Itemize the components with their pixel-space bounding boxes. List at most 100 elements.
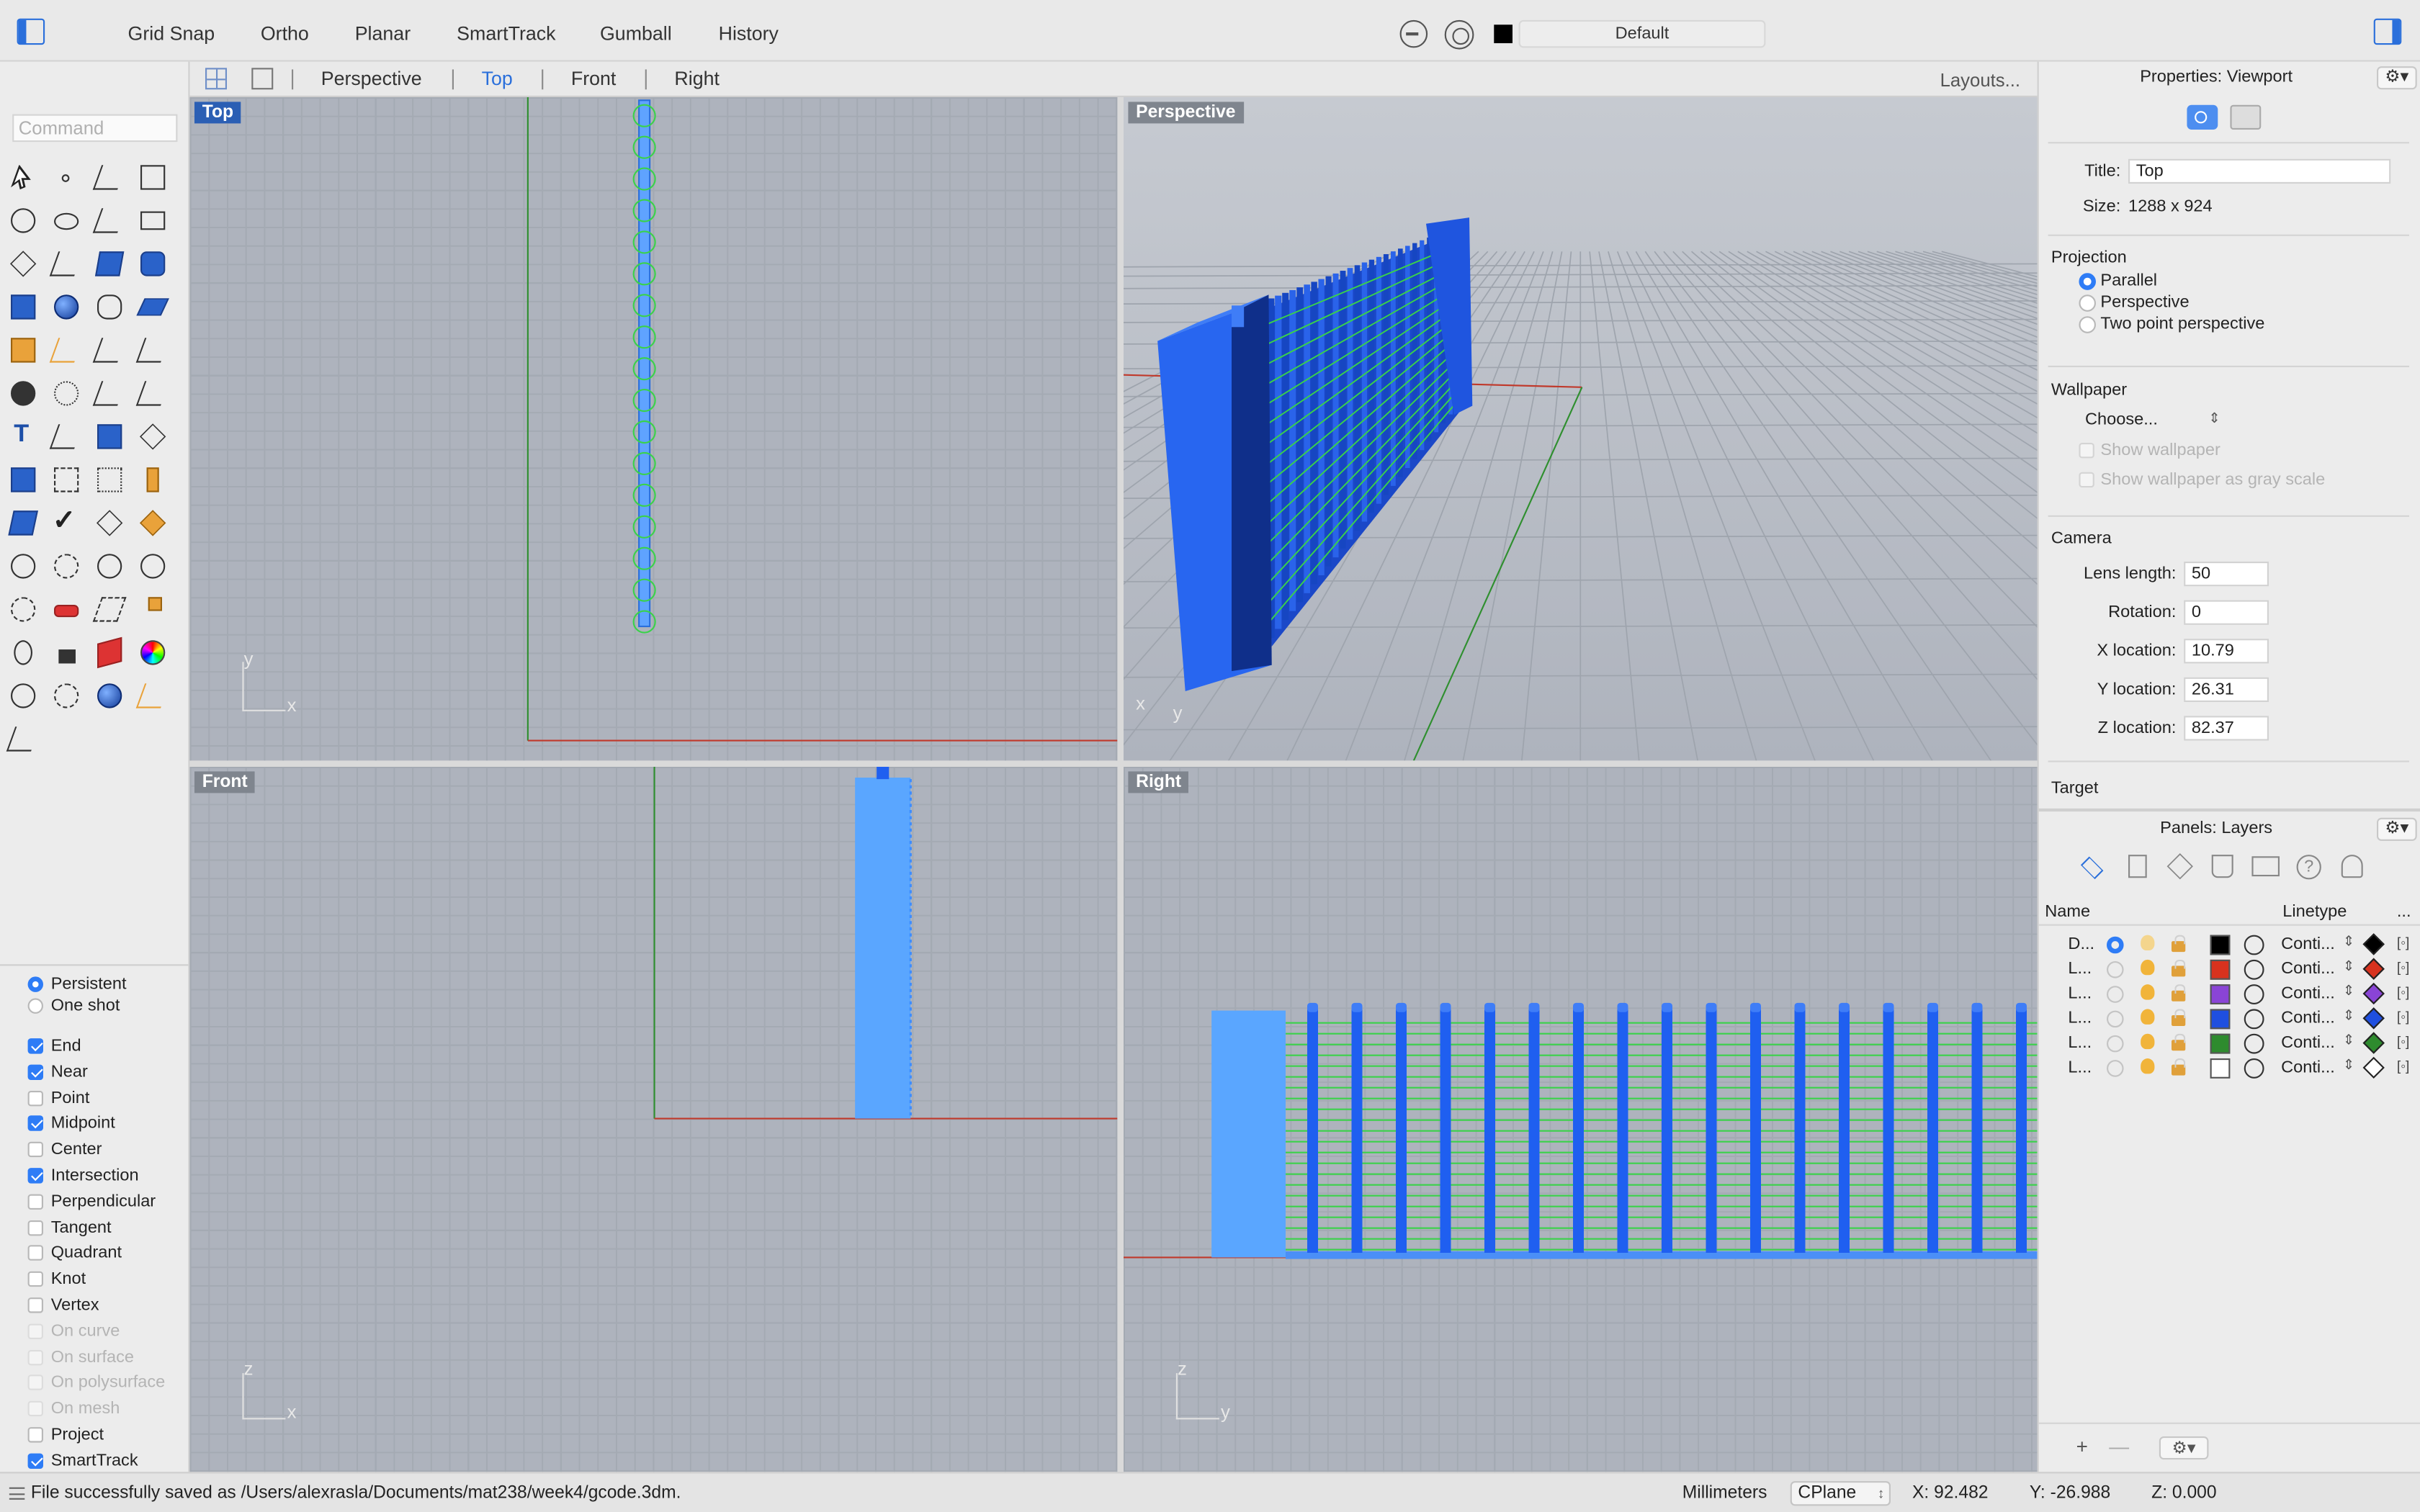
contour-icon[interactable] <box>50 463 84 497</box>
object-tab-icon[interactable] <box>2166 853 2193 880</box>
right-viewport[interactable]: Right z y <box>1124 767 2038 1472</box>
linetype-label[interactable]: Conti... <box>2281 960 2335 978</box>
solid-edit-icon[interactable] <box>6 463 40 497</box>
planar-toggle[interactable]: Planar <box>344 22 421 46</box>
shaded-sphere-icon[interactable] <box>93 679 127 713</box>
viewport-title-perspective[interactable]: Perspective <box>1128 102 1244 124</box>
explode-icon[interactable] <box>135 377 170 410</box>
linetype-label[interactable]: Conti... <box>2281 935 2335 954</box>
x-location-field[interactable]: 10.79 <box>2184 639 2269 664</box>
lightbulb-icon[interactable] <box>2141 1058 2155 1074</box>
gumball-align-icon[interactable] <box>6 722 40 756</box>
osnap-target-icon[interactable] <box>1444 19 1474 50</box>
rectangle-icon[interactable] <box>136 204 170 238</box>
remove-layer-button[interactable]: — <box>2104 1436 2135 1459</box>
polygon-icon[interactable] <box>6 247 40 281</box>
lock-icon[interactable] <box>2172 1058 2186 1076</box>
ungroup-icon[interactable] <box>50 377 84 410</box>
layer-color-swatch[interactable] <box>2210 1033 2231 1054</box>
viewport-display-icon[interactable] <box>2230 104 2262 130</box>
current-layer-radio[interactable] <box>2107 1060 2124 1077</box>
color-wheel-icon[interactable] <box>136 636 170 670</box>
lightbulb-icon[interactable] <box>2141 959 2155 976</box>
surface-from-points-icon[interactable] <box>93 247 127 281</box>
layouts-menu[interactable]: Layouts... <box>1940 69 2020 91</box>
select-arrow-icon[interactable] <box>6 161 40 194</box>
grid-array-icon[interactable] <box>93 463 127 497</box>
linetype-stepper-icon[interactable]: ⇕ <box>2343 933 2354 950</box>
tab-right[interactable]: Right <box>674 66 720 91</box>
material-circle-icon[interactable] <box>2244 1009 2264 1030</box>
text-tool-icon[interactable]: T <box>6 420 40 454</box>
current-layer-radio[interactable] <box>2107 1010 2124 1028</box>
layer-options-gear-icon[interactable]: ⚙▾ <box>2159 1436 2209 1460</box>
box-icon[interactable] <box>6 290 40 324</box>
current-layer-radio[interactable] <box>2107 961 2124 978</box>
gumball-toggle[interactable]: Gumball <box>591 22 681 46</box>
material-icon[interactable] <box>93 636 127 670</box>
rotate-view-icon[interactable] <box>6 593 40 626</box>
trim-icon[interactable] <box>92 333 127 367</box>
lock-icon[interactable] <box>2172 935 2186 953</box>
document-tab-icon[interactable] <box>2128 855 2147 878</box>
check-icon[interactable]: ✓ <box>50 506 84 540</box>
linetype-stepper-icon[interactable]: ⇕ <box>2343 958 2354 976</box>
lightbulb-icon[interactable] <box>2141 1009 2155 1025</box>
walkabout-car-icon[interactable] <box>50 593 84 626</box>
mesh-edit-icon[interactable] <box>136 463 170 497</box>
tab-perspective[interactable]: Perspective <box>321 66 422 91</box>
viewport-splitter-vertical[interactable] <box>1117 97 1124 1472</box>
ortho-toggle[interactable]: Ortho <box>250 22 319 46</box>
y-location-field[interactable]: 26.31 <box>2184 677 2269 702</box>
transform-icon[interactable] <box>136 593 170 626</box>
display-tab-icon[interactable] <box>2251 856 2280 877</box>
layer-name[interactable]: L... <box>2068 984 2092 1003</box>
layer-color-swatch[interactable] <box>2210 1009 2231 1030</box>
notifications-bell-icon[interactable] <box>2341 855 2363 878</box>
units-label[interactable]: Millimeters <box>1682 1484 1767 1503</box>
four-viewport-layout-icon[interactable] <box>205 68 227 90</box>
linetype-stepper-icon[interactable]: ⇕ <box>2343 1057 2354 1074</box>
layer-row[interactable]: L... Conti... ⇕ [◦] <box>2039 982 2420 1007</box>
lightbulb-icon[interactable] <box>6 636 40 670</box>
z-location-field[interactable]: 82.37 <box>2184 716 2269 741</box>
print-width-icon[interactable]: [◦] <box>2397 960 2410 975</box>
linetype-label[interactable]: Conti... <box>2281 984 2335 1003</box>
linetype-label[interactable]: Conti... <box>2281 1034 2335 1053</box>
tab-top[interactable]: Top <box>482 66 513 91</box>
print-width-icon[interactable]: [◦] <box>2397 1058 2410 1074</box>
layer-color-swatch[interactable] <box>2210 1058 2231 1079</box>
lock-icon[interactable] <box>2172 1009 2186 1026</box>
status-menu-icon[interactable] <box>9 1487 25 1500</box>
layer-row[interactable]: L... Conti... ⇕ [◦] <box>2039 1007 2420 1032</box>
linetype-label[interactable]: Conti... <box>2281 1009 2335 1027</box>
current-layer-radio[interactable] <box>2107 1035 2124 1053</box>
material-circle-icon[interactable] <box>2244 935 2264 955</box>
viewport-title-field[interactable]: Top <box>2128 158 2391 184</box>
cplane-select[interactable]: CPlane <box>1790 1481 1891 1506</box>
spotlight-icon[interactable] <box>135 679 170 713</box>
dimension-icon[interactable] <box>49 420 84 454</box>
record-history-icon[interactable] <box>1399 19 1428 48</box>
edit-points-icon[interactable] <box>6 506 40 540</box>
left-sidebar-toggle-icon[interactable] <box>17 18 45 45</box>
point-icon[interactable] <box>50 161 84 194</box>
viewport-title-front[interactable]: Front <box>194 771 256 793</box>
command-input[interactable] <box>12 114 178 143</box>
rotation-field[interactable]: 0 <box>2184 600 2269 625</box>
analyze-icon[interactable] <box>93 506 127 540</box>
layer-row[interactable]: L... Conti... ⇕ [◦] <box>2039 1032 2420 1057</box>
layer-color-swatch[interactable] <box>2210 959 2231 980</box>
layer-row[interactable]: D... Conti... ⇕ [◦] <box>2039 933 2420 958</box>
grid-snap-toggle[interactable]: Grid Snap <box>112 22 230 46</box>
notes-tab-icon[interactable] <box>2211 855 2233 878</box>
viewport-splitter-horizontal[interactable] <box>189 760 2038 767</box>
print-color-diamond-icon[interactable] <box>2362 1056 2385 1079</box>
fillet-curve-icon[interactable] <box>49 247 84 281</box>
annotate-icon[interactable] <box>136 420 170 454</box>
layer-color-swatch[interactable] <box>2210 984 2231 1004</box>
help-tab-icon[interactable]: ? <box>2296 855 2321 880</box>
layer-row[interactable]: L... Conti... ⇕ [◦] <box>2039 1056 2420 1081</box>
zoom-icon[interactable] <box>6 549 40 583</box>
smarttrack-toggle[interactable]: SmartTrack <box>439 22 575 46</box>
